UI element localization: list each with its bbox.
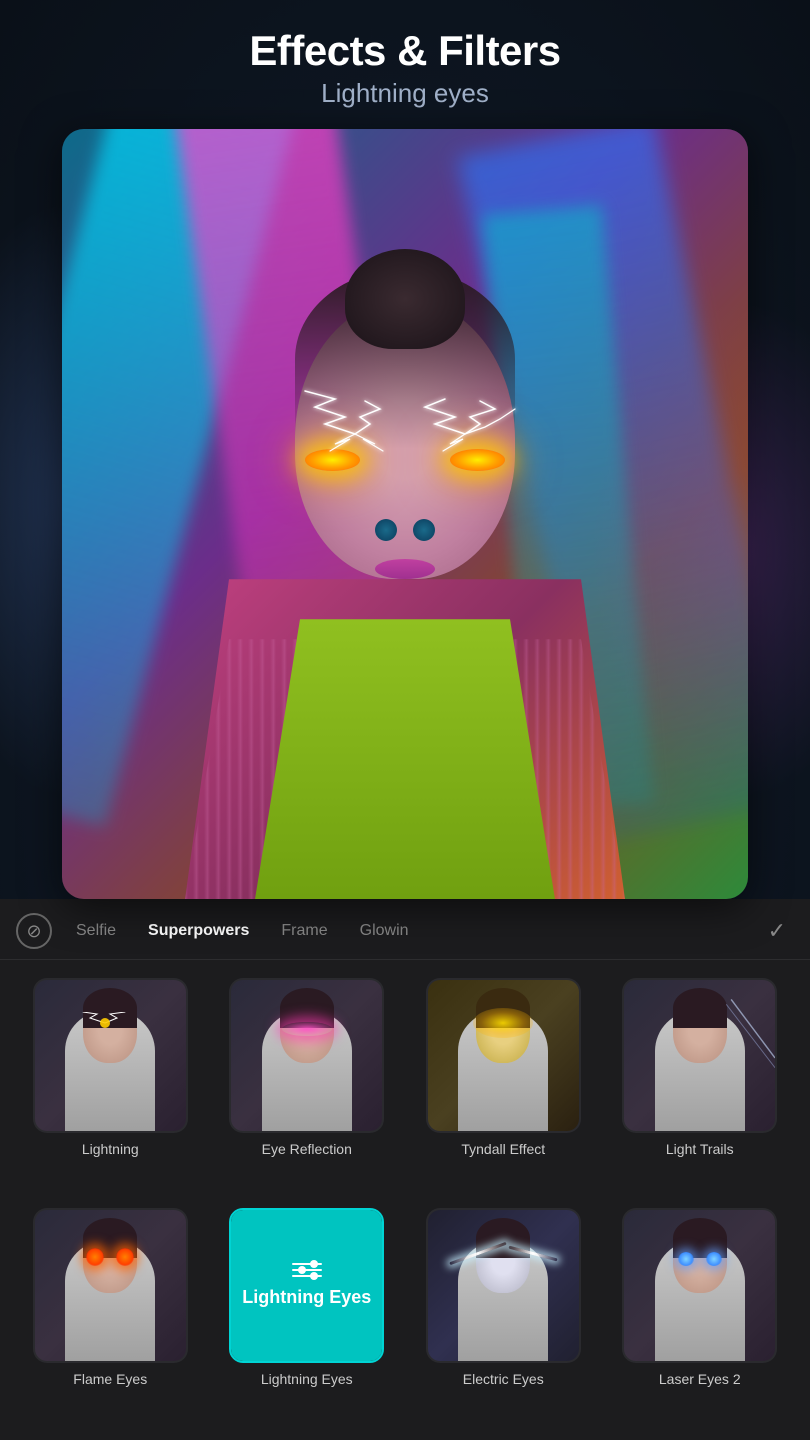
thumb-tyndall-glow xyxy=(473,1008,533,1038)
effect-thumb-lightning-eyes: Lightning Eyes xyxy=(229,1208,384,1363)
eyes-container xyxy=(295,439,515,489)
head xyxy=(295,299,515,579)
effect-laser-eyes-2[interactable]: Laser Eyes 2 xyxy=(602,1200,799,1430)
eye-left xyxy=(305,449,360,471)
thumb-figure-tyndall xyxy=(428,980,579,1131)
effect-thumb-flame-eyes xyxy=(33,1208,188,1363)
laser-beam-left xyxy=(678,1252,694,1266)
thumb-lightning-svg xyxy=(75,1012,145,1034)
tab-frame[interactable]: Frame xyxy=(267,916,341,946)
thumb-figure-flame-eyes xyxy=(35,1210,186,1361)
effect-electric-eyes[interactable]: Electric Eyes xyxy=(405,1200,602,1430)
thumb-laser-beams xyxy=(670,1252,730,1266)
effect-tyndall[interactable]: Tyndall Effect xyxy=(405,970,602,1200)
header: Effects & Filters Lightning eyes xyxy=(249,28,560,109)
adjust-line-3 xyxy=(292,1275,322,1277)
bottom-panel: ⊘ Selfie Superpowers Frame Glowin ✓ xyxy=(0,899,810,1440)
effect-thumb-laser-eyes-2 xyxy=(622,1208,777,1363)
effect-thumb-electric-eyes xyxy=(426,1208,581,1363)
laser-beam-right xyxy=(706,1252,722,1266)
thumb-figure-eye-reflection xyxy=(231,980,382,1131)
effect-thumb-lightning xyxy=(33,978,188,1133)
thumb-eye-glow xyxy=(282,1022,332,1036)
photo-canvas xyxy=(62,129,748,899)
tab-selfie[interactable]: Selfie xyxy=(62,916,130,946)
effect-light-trails[interactable]: Light Trails xyxy=(602,970,799,1200)
tab-bar: ⊘ Selfie Superpowers Frame Glowin ✓ xyxy=(0,899,810,960)
shirt xyxy=(255,619,555,899)
thumb-flame-container xyxy=(80,1248,140,1264)
effect-label-electric-eyes: Electric Eyes xyxy=(463,1371,544,1388)
effect-label-lightning: Lightning xyxy=(82,1141,139,1158)
thumb-figure-lightning xyxy=(35,980,186,1131)
effect-eye-reflection[interactable]: Eye Reflection xyxy=(209,970,406,1200)
adjust-line-2 xyxy=(292,1269,322,1271)
photo-card xyxy=(62,129,748,899)
effect-label-eye-reflection: Eye Reflection xyxy=(262,1141,352,1158)
effects-grid: Lightning Eye Reflection xyxy=(0,960,810,1440)
person-image xyxy=(155,219,655,899)
thumb-electric-beams xyxy=(458,1252,548,1256)
effect-thumb-eye-reflection xyxy=(229,978,384,1133)
tab-glowin[interactable]: Glowin xyxy=(346,916,423,946)
thumb-figure-laser-eyes-2 xyxy=(624,1210,775,1361)
effect-label-lightning-eyes: Lightning Eyes xyxy=(261,1371,353,1388)
earring-left xyxy=(375,519,397,541)
earring-right xyxy=(413,519,435,541)
tab-superpowers[interactable]: Superpowers xyxy=(134,916,263,946)
effect-lightning[interactable]: Lightning xyxy=(12,970,209,1200)
effect-label-tyndall: Tyndall Effect xyxy=(461,1141,545,1158)
effect-lightning-eyes[interactable]: Lightning Eyes Lightning Eyes xyxy=(209,1200,406,1430)
adjust-line-1 xyxy=(292,1263,322,1265)
effect-flame-eyes[interactable]: Flame Eyes xyxy=(12,1200,209,1430)
no-filter-icon[interactable]: ⊘ xyxy=(16,913,52,949)
effect-thumb-light-trails xyxy=(622,978,777,1133)
thumb-flame-left xyxy=(86,1248,104,1266)
thumb-figure-electric-eyes xyxy=(428,1210,579,1361)
effect-label-flame-eyes: Flame Eyes xyxy=(73,1371,147,1388)
page-title: Effects & Filters xyxy=(249,28,560,74)
effect-thumb-tyndall xyxy=(426,978,581,1133)
adjust-overlay: Lightning Eyes xyxy=(231,1210,382,1361)
adjust-label: Lightning Eyes xyxy=(242,1287,371,1308)
page-subtitle: Lightning eyes xyxy=(249,78,560,109)
hair-bun xyxy=(345,249,465,349)
lips xyxy=(375,559,435,579)
body-shape xyxy=(195,549,615,899)
adjust-icon xyxy=(292,1263,322,1277)
effect-label-laser-eyes-2: Laser Eyes 2 xyxy=(659,1371,741,1388)
page-wrapper: Effects & Filters Lightning eyes xyxy=(0,0,810,1440)
effect-label-light-trails: Light Trails xyxy=(666,1141,734,1158)
thumb-flame-right xyxy=(116,1248,134,1266)
confirm-checkmark[interactable]: ✓ xyxy=(768,918,794,944)
eye-right xyxy=(450,449,505,471)
thumb-figure-light-trails xyxy=(624,980,775,1131)
